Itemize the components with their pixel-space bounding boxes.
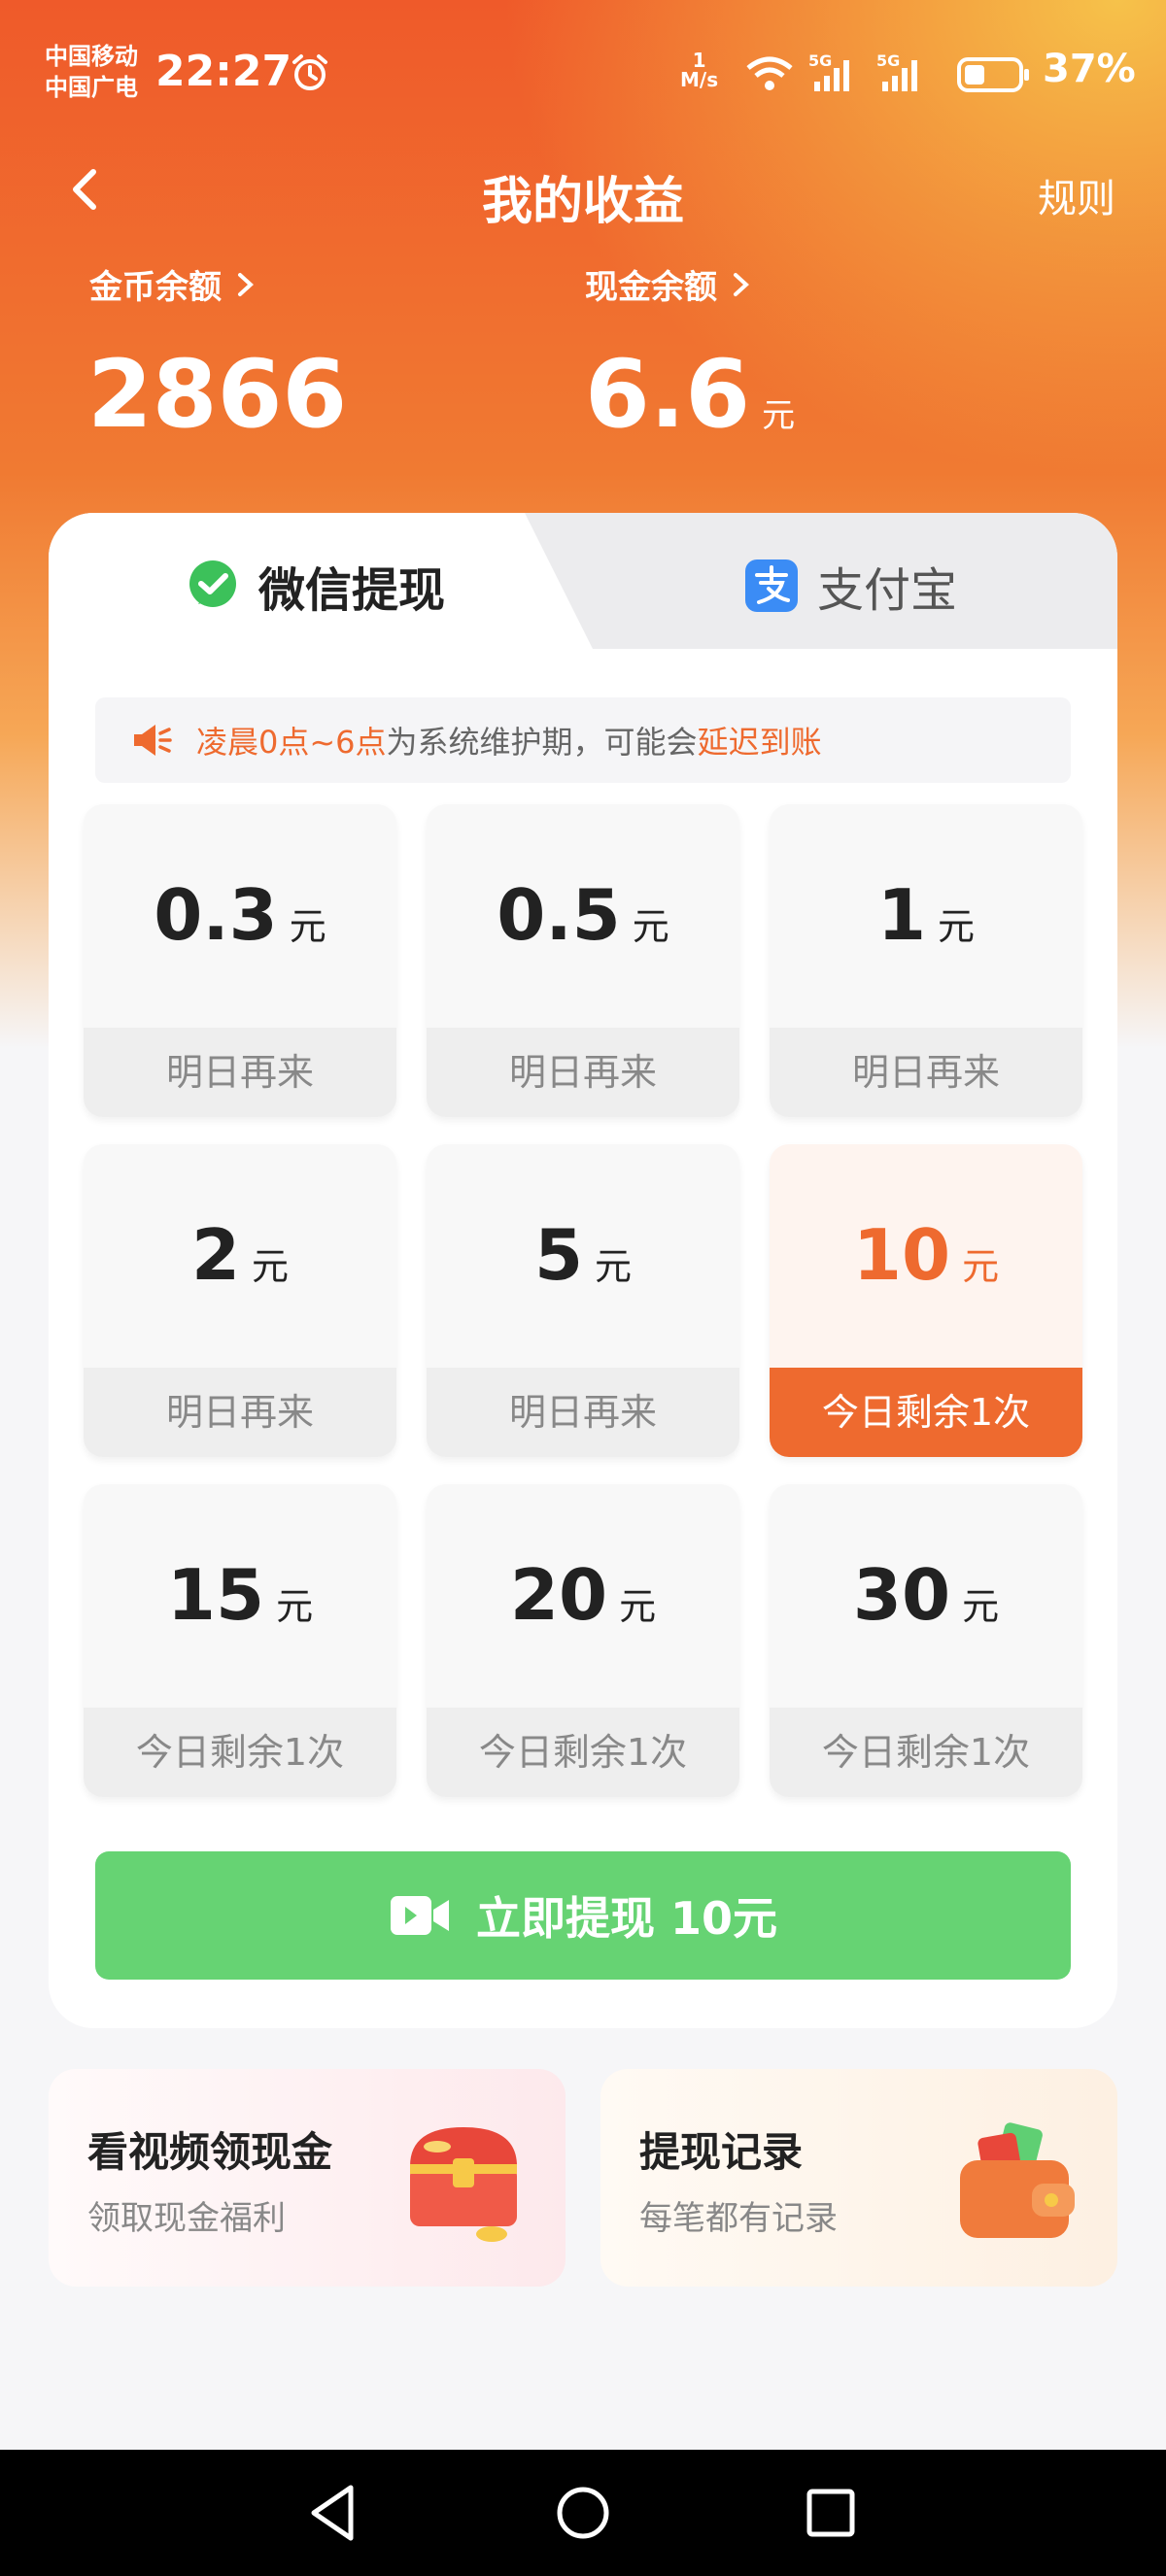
nav-home-icon[interactable] [544,2474,622,2552]
system-nav-bar [0,2450,1166,2576]
promo-subtitle: 每笔都有记录 [639,2199,838,2238]
carrier-2: 中国广电 [45,74,138,101]
withdraw-card: 微信提现 支付宝 凌晨0点~6点 为系统维护期，可能会 延迟到账 0.3 元 明日再来… [49,513,1117,2028]
nav-recents-icon[interactable] [792,2474,870,2552]
notice-time: 凌晨0点~6点 [196,724,387,761]
maintenance-notice: 凌晨0点~6点 为系统维护期，可能会 延迟到账 [95,697,1071,783]
amount-status: 今日剩余1次 [770,1708,1082,1797]
amount-value: 0.3 元 [154,874,326,956]
tab-wechat[interactable]: 微信提现 [185,552,445,620]
tab-alipay-label: 支付宝 [817,563,958,618]
amount-status: 明日再来 [84,1368,396,1457]
cash-balance-number: 6.6 [585,340,751,449]
amount-status: 明日再来 [427,1028,739,1117]
amount-status: 明日再来 [427,1368,739,1457]
amount-value: 0.5 元 [497,874,669,956]
amount-value: 1元 [876,874,976,956]
amount-option-30[interactable]: 30 元 今日剩余1次 [770,1484,1082,1797]
promo-title: 提现记录 [639,2128,804,2176]
cash-balance-link[interactable]: 现金余额 [585,260,752,308]
amount-value: 5元 [533,1214,633,1296]
chevron-right-icon [734,272,749,296]
cell-signal-1-icon: 5G [808,51,849,91]
chevron-right-icon [238,272,254,296]
net-speed-unit: M/s [680,68,719,91]
watch-video-card[interactable]: 看视频领现金 领取现金福利 [49,2069,566,2287]
amount-option-2[interactable]: 2元 明日再来 [84,1144,396,1457]
cell-signal-2-icon: 5G [876,51,917,91]
carrier-info: 中国移动 中国广电 [45,41,138,103]
amount-option-5[interactable]: 5元 明日再来 [427,1144,739,1457]
net-speed: 1 M/s [680,51,718,89]
promo-subtitle: 领取现金福利 [87,2199,286,2238]
withdraw-now-button[interactable]: 立即提现 10元 [95,1851,1071,1980]
cash-balance-unit: 元 [762,396,796,435]
carrier-1: 中国移动 [45,43,138,70]
notice-text: 为系统维护期，可能会 [386,724,698,761]
amount-option-0.3[interactable]: 0.3 元 明日再来 [84,804,396,1117]
coin-balance-label: 金币余额 [89,268,222,307]
page-title: 我的收益 [481,173,684,231]
treasure-chest-icon [410,2127,517,2242]
nav-back-icon[interactable] [296,2474,374,2552]
cash-balance-value: 6.6 元 [585,340,795,449]
battery-icon [957,57,1029,92]
alarm-icon [292,54,327,90]
coin-balance-value: 2866 [87,340,347,449]
wifi-icon [746,56,793,90]
amount-value: 2元 [190,1214,290,1296]
video-camera-icon [390,1896,449,1935]
amount-value: 15 元 [166,1554,314,1636]
amount-value: 20 元 [509,1554,657,1636]
notice-delay: 延迟到账 [697,724,822,761]
cash-balance-label: 现金余额 [585,268,717,307]
coin-balance-link[interactable]: 金币余额 [89,260,257,308]
amount-status: 今日剩余1次 [770,1368,1082,1457]
amount-value: 10 元 [852,1214,1000,1296]
svg-text:5G: 5G [808,51,832,70]
amount-option-15[interactable]: 15 元 今日剩余1次 [84,1484,396,1797]
clock: 22:27 [155,47,292,96]
withdraw-now-label: 立即提现 10元 [475,1892,778,1945]
amount-status: 今日剩余1次 [427,1708,739,1797]
promo-title: 看视频领现金 [87,2128,333,2176]
amount-status: 明日再来 [84,1028,396,1117]
amount-status: 今日剩余1次 [84,1708,396,1797]
speaker-icon [134,725,172,756]
tab-wechat-label: 微信提现 [258,563,446,618]
alipay-icon [745,559,798,612]
amount-status: 明日再来 [770,1028,1082,1117]
battery-percent: 37% [1043,47,1136,91]
svg-text:5G: 5G [876,51,900,70]
amount-option-0.5[interactable]: 0.5 元 明日再来 [427,804,739,1117]
net-speed-value: 1 [692,49,706,72]
rules-link[interactable]: 规则 [1038,167,1115,223]
amount-option-10-selected[interactable]: 10 元 今日剩余1次 [770,1144,1082,1457]
amount-option-20[interactable]: 20 元 今日剩余1次 [427,1484,739,1797]
amount-option-1[interactable]: 1元 明日再来 [770,804,1082,1117]
tab-alipay[interactable]: 支付宝 [743,552,957,620]
status-bar: 中国移动 中国广电 22:27 1 M/s 5G 5G 37% [0,0,1166,146]
signal-icons: 5G 5G [746,51,917,91]
withdraw-record-card[interactable]: 提现记录 每笔都有记录 [600,2069,1117,2287]
wechat-icon [189,560,236,607]
coin-balance-number: 2866 [87,340,348,449]
wallet-icon [960,2122,1075,2238]
amount-value: 30 元 [852,1554,1000,1636]
